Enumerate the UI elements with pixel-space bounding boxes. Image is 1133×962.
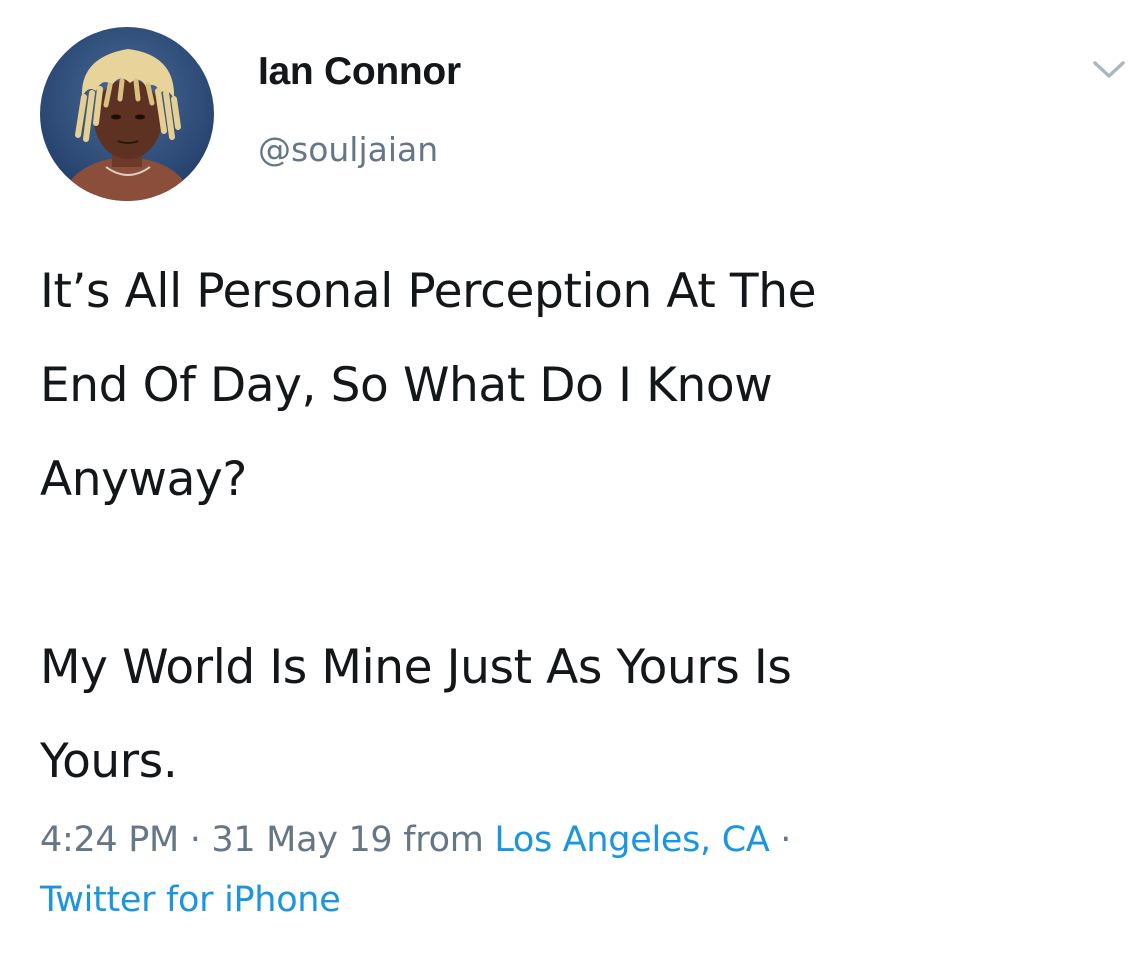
tweet-text-line: Anyway? bbox=[40, 452, 247, 507]
author-display-name[interactable]: Ian Connor bbox=[258, 50, 461, 94]
meta-separator: · bbox=[178, 820, 212, 860]
author-handle[interactable]: @souljaian bbox=[258, 130, 438, 169]
meta-separator-trailing: · bbox=[769, 820, 792, 860]
from-label: from bbox=[392, 820, 495, 860]
avatar-image bbox=[40, 27, 214, 201]
tweet-meta: 4:24 PM · 31 May 19 from Los Angeles, CA… bbox=[40, 810, 1130, 930]
tweet-text-line: End Of Day, So What Do I Know bbox=[40, 358, 773, 413]
tweet-date[interactable]: 31 May 19 bbox=[211, 820, 392, 860]
tweet-meta-line: Twitter for iPhone bbox=[40, 870, 1130, 930]
source-link[interactable]: Twitter for iPhone bbox=[40, 880, 341, 920]
location-link[interactable]: Los Angeles, CA bbox=[494, 820, 769, 860]
tweet-text: It’s All Personal Perception At The End … bbox=[40, 245, 1130, 809]
tweet-card: Ian Connor @souljaian It’s All Personal … bbox=[0, 0, 1133, 962]
tweet-text-line: It’s All Personal Perception At The bbox=[40, 264, 817, 319]
avatar[interactable] bbox=[40, 27, 214, 201]
tweet-text-line: My World Is Mine Just As Yours Is bbox=[40, 640, 792, 695]
chevron-down-icon[interactable] bbox=[1090, 55, 1128, 85]
tweet-text-line: Yours. bbox=[40, 734, 178, 789]
tweet-meta-line: 4:24 PM · 31 May 19 from Los Angeles, CA… bbox=[40, 810, 1130, 870]
tweet-time[interactable]: 4:24 PM bbox=[40, 820, 179, 860]
